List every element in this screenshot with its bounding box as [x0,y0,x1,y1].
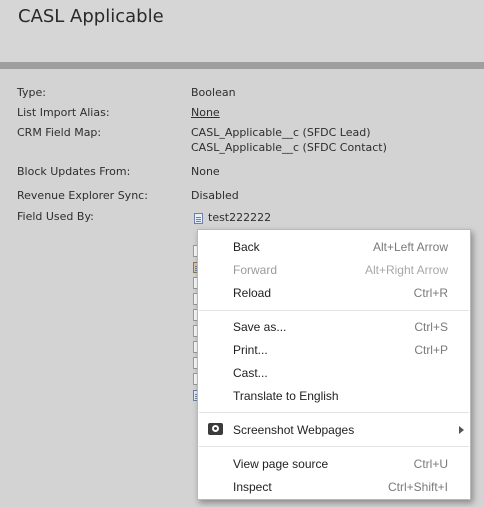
revenue-explorer-sync-value: Disabled [191,189,239,202]
asset-icon [194,213,203,224]
crm-field-map-contact: CASL_Applicable__c (SFDC Contact) [191,141,387,154]
menu-item-print[interactable]: Print... Ctrl+P [198,339,470,361]
revenue-explorer-sync-label: Revenue Explorer Sync: [17,189,148,202]
menu-item-cast[interactable]: Cast... [198,362,470,384]
field-used-by-label: Field Used By: [17,210,94,223]
menu-item-screenshot-webpages[interactable]: Screenshot Webpages [198,419,470,441]
submenu-arrow-icon [459,426,464,434]
menu-separator [199,412,469,413]
menu-item-reload[interactable]: Reload Ctrl+R [198,282,470,304]
block-updates-from-label: Block Updates From: [17,165,131,178]
crm-field-map-label: CRM Field Map: [17,126,102,139]
menu-item-save-as[interactable]: Save as... Ctrl+S [198,316,470,338]
menu-item-translate[interactable]: Translate to English [198,385,470,407]
menu-separator [199,446,469,447]
crm-field-map-lead: CASL_Applicable__c (SFDC Lead) [191,126,371,139]
menu-item-back[interactable]: Back Alt+Left Arrow [198,236,470,258]
type-value: Boolean [191,86,236,99]
context-menu: Back Alt+Left Arrow Forward Alt+Right Ar… [197,229,471,500]
page-header: CASL Applicable [0,0,484,62]
type-label: Type: [17,86,46,99]
block-updates-from-value: None [191,165,220,178]
menu-item-inspect[interactable]: Inspect Ctrl+Shift+I [198,476,470,498]
camera-icon [208,423,223,435]
menu-item-forward[interactable]: Forward Alt+Right Arrow [198,259,470,281]
menu-separator [199,310,469,311]
header-divider [0,62,484,69]
page-title: CASL Applicable [18,6,164,27]
menu-item-view-source[interactable]: View page source Ctrl+U [198,453,470,475]
used-by-item[interactable]: test222222 [208,211,271,224]
list-import-alias-link[interactable]: None [191,106,220,119]
list-import-alias-label: List Import Alias: [17,106,110,119]
